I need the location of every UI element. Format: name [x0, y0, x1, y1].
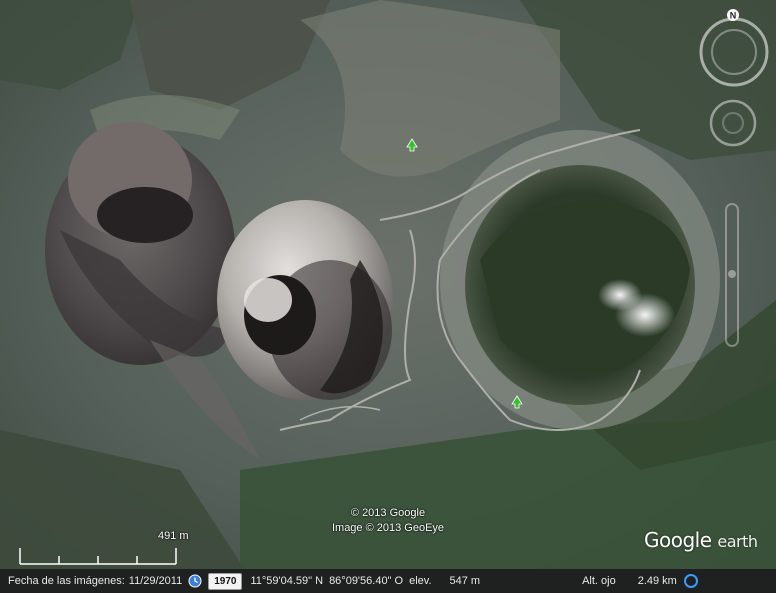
zoom-slider[interactable] — [724, 202, 740, 348]
streaming-indicator-icon — [683, 574, 698, 588]
eye-altitude-value: 2.49 km — [637, 575, 677, 587]
tree-marker-north[interactable] — [405, 138, 419, 152]
tree-icon — [511, 395, 523, 409]
copyright-imagery: Image © 2013 GeoEye — [331, 522, 445, 534]
imagery-date-label: Fecha de las imágenes: — [8, 575, 125, 587]
scale-bar: 491 m — [18, 528, 198, 568]
historical-imagery-button[interactable]: 1970 — [208, 572, 243, 590]
elevation-value: 547 m — [449, 575, 481, 587]
map-viewport[interactable]: N © 2013 Google Image © 2013 GeoEye 491 … — [0, 0, 776, 593]
clock-icon[interactable] — [188, 574, 202, 588]
compass-north-label: N — [730, 11, 737, 21]
logo-main: Google — [644, 528, 712, 552]
elevation-label: elev. — [409, 575, 432, 587]
longitude: 86°09'56.40" O — [329, 575, 404, 587]
look-control[interactable] — [708, 98, 758, 148]
logo-suffix: earth — [717, 532, 758, 551]
copyright-notice: © 2013 Google Image © 2013 GeoEye — [300, 506, 476, 536]
satellite-imagery[interactable] — [0, 0, 776, 593]
zoom-thumb[interactable] — [728, 270, 736, 278]
copyright-google: © 2013 Google — [350, 507, 426, 519]
imagery-date: 11/29/2011 — [128, 575, 183, 587]
scale-ticks — [19, 548, 177, 565]
google-earth-logo: Google earth — [644, 528, 758, 552]
latitude: 11°59'04.59" N — [250, 575, 324, 587]
status-bar: Fecha de las imágenes: 11/29/2011 1970 1… — [0, 569, 776, 593]
eye-altitude-label: Alt. ojo — [582, 575, 616, 587]
tree-icon — [406, 138, 418, 152]
tree-marker-south[interactable] — [510, 395, 524, 409]
compass-control[interactable]: N — [696, 8, 774, 88]
